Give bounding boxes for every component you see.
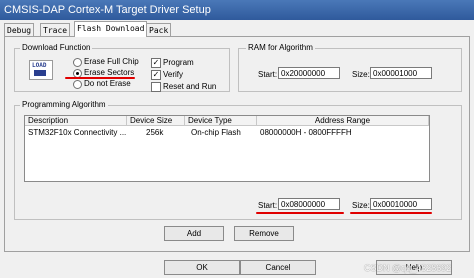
column-header-address-range[interactable]: Address Range — [257, 116, 429, 126]
ram-start-label: Start: — [258, 70, 278, 79]
tab-debug[interactable]: Debug — [4, 23, 35, 37]
erase-full-chip-label: Erase Full Chip — [84, 57, 139, 66]
remove-button[interactable]: Remove — [234, 226, 294, 241]
red-underline-erase-sectors — [65, 77, 135, 79]
cell-description: STM32F10x Connectivity ... — [28, 128, 127, 137]
load-icon-chip — [34, 70, 46, 76]
title-bar: CMSIS-DAP Cortex-M Target Driver Setup — [0, 0, 474, 20]
ram-size-label: Size: — [352, 70, 370, 79]
cell-device-size: 256k — [146, 128, 164, 137]
verify-label: Verify — [163, 70, 184, 79]
algorithm-size-label: Size: — [352, 201, 370, 210]
ram-size-input[interactable]: 0x00001000 — [370, 67, 432, 79]
tab-flash-download[interactable]: Flash Download — [74, 21, 148, 37]
algorithm-start-label: Start: — [258, 201, 278, 210]
download-function-title: Download Function — [20, 43, 93, 52]
cell-device-type: On-chip Flash — [191, 128, 241, 137]
tab-pack[interactable]: Pack — [146, 23, 172, 37]
erase-sectors-label: Erase Sectors — [84, 68, 135, 77]
program-label: Program — [163, 58, 194, 67]
red-underline-size — [350, 212, 432, 214]
cell-address-range: 08000000H - 0800FFFFH — [260, 128, 352, 137]
ok-button[interactable]: OK — [164, 260, 240, 275]
algorithm-start-input[interactable]: 0x08000000 — [278, 198, 340, 210]
ram-start-input[interactable]: 0x20000000 — [278, 67, 340, 79]
verify-checkbox[interactable]: ✓ — [151, 70, 161, 80]
tab-trace[interactable]: Trace — [40, 23, 71, 37]
red-underline-start — [256, 212, 344, 214]
add-button[interactable]: Add — [164, 226, 224, 241]
programming-algorithm-title: Programming Algorithm — [20, 100, 108, 109]
window-title: CMSIS-DAP Cortex-M Target Driver Setup — [4, 4, 211, 16]
csdn-watermark: CSDN @qq_4828692 — [364, 263, 452, 273]
load-icon: LOAD — [29, 60, 53, 80]
do-not-erase-radio[interactable] — [73, 80, 82, 89]
column-header-device-size[interactable]: Device Size — [127, 116, 185, 126]
erase-full-chip-radio[interactable] — [73, 58, 82, 67]
do-not-erase-label: Do not Erase — [84, 79, 131, 88]
load-icon-text: LOAD — [32, 62, 47, 69]
reset-and-run-label: Reset and Run — [163, 82, 217, 91]
column-header-device-type[interactable]: Device Type — [185, 116, 257, 126]
algorithm-size-input[interactable]: 0x00010000 — [370, 198, 432, 210]
algorithm-table: Description Device Size Device Type Addr… — [24, 115, 430, 182]
reset-and-run-checkbox[interactable] — [151, 82, 161, 92]
column-header-description[interactable]: Description — [25, 116, 127, 126]
cancel-button[interactable]: Cancel — [240, 260, 316, 275]
ram-title: RAM for Algorithm — [246, 43, 315, 52]
program-checkbox[interactable]: ✓ — [151, 58, 161, 68]
tab-strip: Debug Trace Flash Download Pack — [0, 20, 474, 37]
